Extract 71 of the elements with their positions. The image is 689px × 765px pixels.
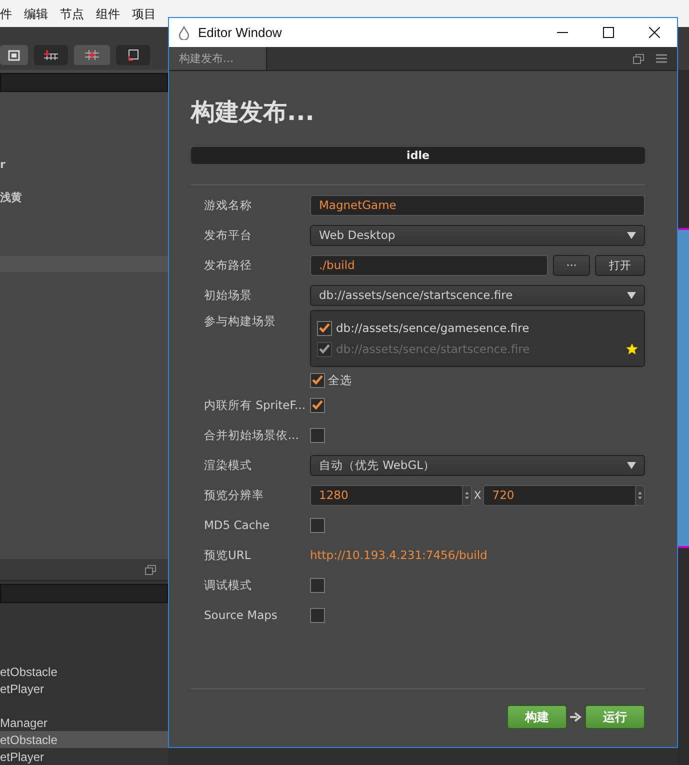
asset-row[interactable]: etObstacle bbox=[0, 663, 168, 680]
window-title: Editor Window bbox=[198, 25, 282, 40]
field-label: 预览URL bbox=[203, 548, 252, 562]
checkbox[interactable] bbox=[310, 428, 325, 442]
asset-row[interactable]: etPlayer bbox=[0, 748, 168, 765]
menu-icon[interactable] bbox=[656, 54, 667, 63]
search-field[interactable] bbox=[0, 584, 168, 603]
close-icon bbox=[648, 27, 660, 38]
scene-path: db://assets/sence/gamesence.fire bbox=[336, 321, 530, 335]
spinner-icon[interactable] bbox=[635, 484, 646, 506]
menu-item[interactable]: 编辑 bbox=[24, 6, 48, 20]
search-field[interactable] bbox=[0, 73, 168, 92]
browse-button[interactable]: ··· bbox=[553, 254, 590, 276]
field-label: 发布平台 bbox=[203, 228, 253, 242]
arrow-icon bbox=[570, 712, 582, 722]
preview-link[interactable]: http://10.193.4.231:7456/build bbox=[310, 548, 488, 562]
menu-item[interactable]: 项目 bbox=[132, 6, 156, 20]
panel-tab[interactable]: 构建发布... bbox=[169, 47, 267, 70]
asset-row[interactable]: etObstacle bbox=[0, 731, 168, 748]
field-label: 合并初始场景依... bbox=[203, 428, 300, 442]
number-field[interactable]: 1280 bbox=[310, 484, 462, 506]
tree-row[interactable]: r bbox=[0, 148, 168, 181]
status-bar: idle bbox=[191, 147, 645, 164]
text-field[interactable]: MagnetGame bbox=[310, 194, 645, 216]
drop-icon bbox=[178, 26, 190, 40]
asset-row[interactable]: Manager bbox=[0, 714, 168, 731]
separator-text: X bbox=[474, 488, 482, 502]
field-label: 发布路径 bbox=[203, 258, 253, 272]
field-label: 内联所有 SpriteF... bbox=[203, 398, 306, 412]
dropdown[interactable]: Web Desktop bbox=[310, 224, 645, 246]
field-label: MD5 Cache bbox=[203, 518, 271, 532]
field-label: 渲染模式 bbox=[203, 458, 253, 472]
checkbox[interactable] bbox=[310, 578, 325, 592]
field-label: 预览分辨率 bbox=[203, 488, 265, 502]
grid-icon bbox=[85, 50, 99, 60]
menu-item[interactable]: 组件 bbox=[96, 6, 120, 20]
checkbox[interactable] bbox=[310, 608, 325, 622]
restore-icon[interactable] bbox=[145, 564, 156, 574]
tree-row[interactable]: 浅黄 bbox=[0, 181, 168, 214]
checkbox[interactable] bbox=[317, 320, 332, 336]
field-label: Source Maps bbox=[203, 608, 278, 622]
scene-path: db://assets/sence/startscence.fire bbox=[336, 342, 531, 356]
toolbar-button[interactable] bbox=[34, 45, 68, 65]
frame-icon bbox=[8, 50, 20, 60]
maximize-icon bbox=[602, 27, 614, 38]
checkbox[interactable] bbox=[310, 518, 325, 532]
field-label: 参与构建场景 bbox=[203, 314, 277, 329]
caret-icon bbox=[627, 462, 636, 468]
toolbar-button[interactable] bbox=[116, 45, 150, 65]
caret-icon bbox=[627, 292, 636, 298]
menu-item[interactable]: 节点 bbox=[60, 6, 84, 20]
dropdown[interactable]: 自动（优先 WebGL） bbox=[310, 454, 645, 476]
corner-icon bbox=[127, 49, 139, 61]
field-label: 游戏名称 bbox=[203, 198, 253, 212]
menu-item[interactable]: 件 bbox=[0, 6, 12, 20]
checkbox[interactable] bbox=[310, 372, 325, 388]
open-button[interactable]: 打开 bbox=[595, 254, 645, 276]
field-label: 调试模式 bbox=[203, 578, 253, 592]
checkbox[interactable] bbox=[310, 398, 325, 412]
number-field[interactable]: 720 bbox=[483, 484, 636, 506]
dropdown[interactable]: db://assets/sence/startscence.fire bbox=[310, 284, 645, 306]
caret-icon bbox=[627, 232, 636, 238]
page-heading: 构建发布... bbox=[191, 97, 316, 127]
path-field[interactable]: ./build bbox=[310, 254, 548, 276]
asset-row[interactable]: etPlayer bbox=[0, 680, 168, 697]
checkbox-label: 全选 bbox=[328, 372, 352, 388]
spinner-icon[interactable] bbox=[462, 484, 472, 506]
field-label: 初始场景 bbox=[203, 288, 253, 302]
toolbar-button[interactable] bbox=[0, 45, 28, 65]
grid-icon bbox=[44, 50, 58, 60]
restore-icon[interactable] bbox=[633, 54, 644, 64]
